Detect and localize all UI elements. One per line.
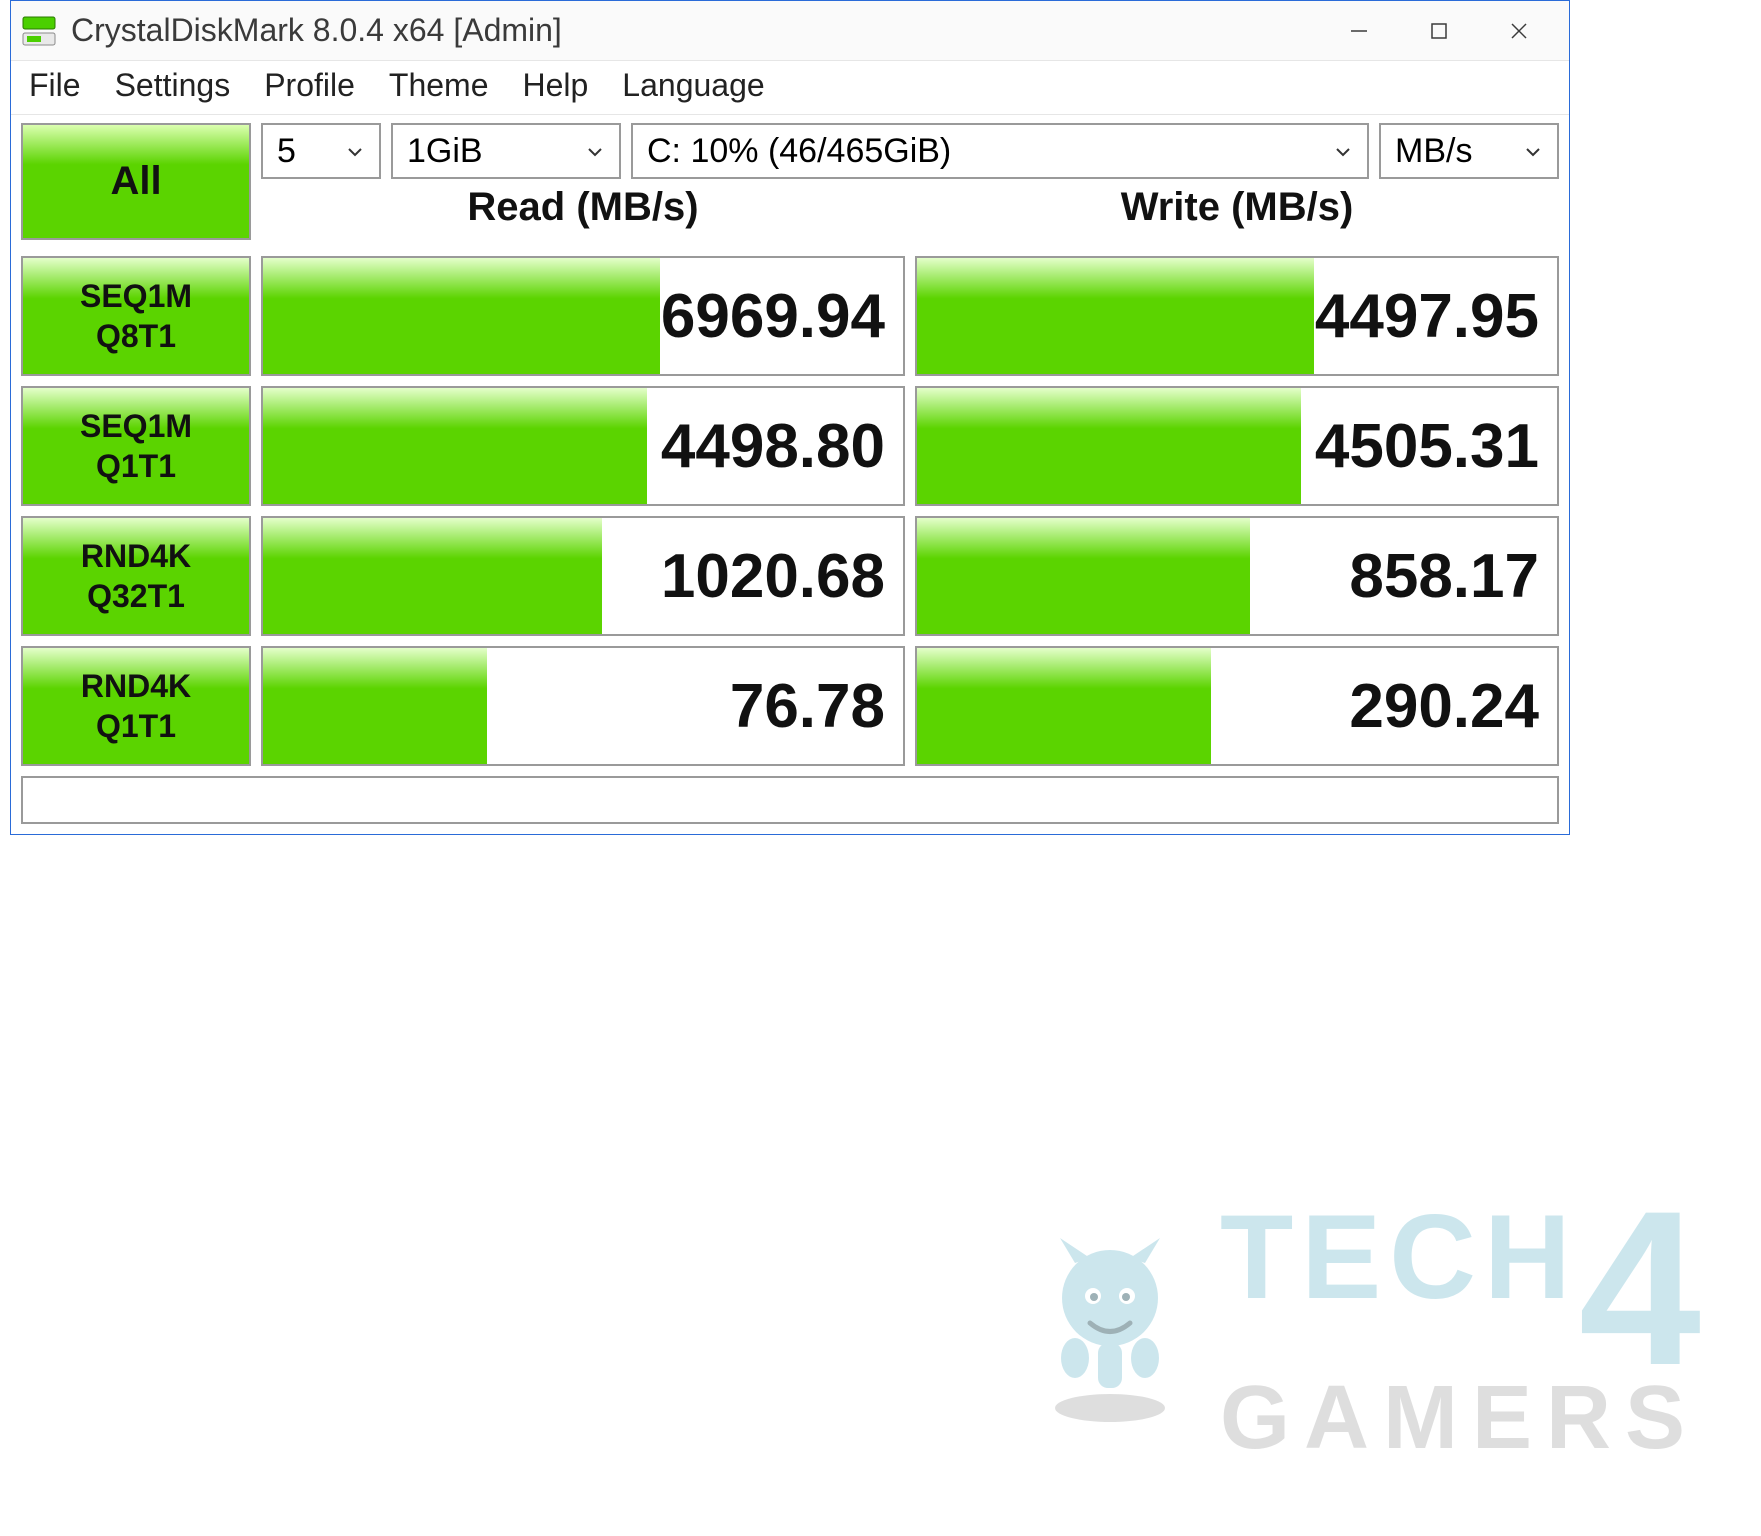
test-label-line1: RND4K [81,536,191,576]
test-label-line1: SEQ1M [80,276,192,316]
minimize-icon [1348,20,1370,42]
close-icon [1508,20,1530,42]
watermark-text-gamers: GAMERS [1220,1376,1701,1462]
read-bar [263,648,487,764]
app-icon [21,13,57,49]
test-button-seq1m-q8t1[interactable]: SEQ1M Q8T1 [21,256,251,376]
read-bar [263,388,647,504]
result-row: SEQ1M Q8T1 6969.94 4497.95 [21,256,1559,376]
test-label-line1: SEQ1M [80,406,192,446]
watermark-text-tech: TECH [1220,1200,1579,1314]
read-bar [263,518,602,634]
test-label-line2: Q8T1 [96,316,176,356]
run-all-button[interactable]: All [21,123,251,240]
write-bar [917,648,1211,764]
watermark-logo: TECH 4 GAMERS [1020,1200,1701,1462]
chevron-down-icon [1523,132,1543,171]
menu-profile[interactable]: Profile [264,67,355,104]
maximize-button[interactable] [1399,1,1479,61]
drive-value: C: 10% (46/465GiB) [647,132,951,171]
menu-language[interactable]: Language [622,67,764,104]
write-value-cell: 4497.95 [915,256,1559,376]
menu-bar: File Settings Profile Theme Help Languag… [11,61,1569,115]
read-value-cell: 76.78 [261,646,905,766]
result-row: SEQ1M Q1T1 4498.80 4505.31 [21,386,1559,506]
read-value-cell: 6969.94 [261,256,905,376]
write-value: 290.24 [1349,671,1539,742]
write-bar [917,388,1301,504]
menu-help[interactable]: Help [522,67,588,104]
minimize-button[interactable] [1319,1,1399,61]
read-value-cell: 1020.68 [261,516,905,636]
write-value: 4497.95 [1315,281,1539,352]
test-count-value: 5 [277,132,296,171]
menu-file[interactable]: File [29,67,81,104]
write-bar [917,518,1250,634]
mascot-icon [1020,1228,1200,1433]
test-label-line1: RND4K [81,666,191,706]
status-bar [21,776,1559,824]
read-value: 6969.94 [661,281,885,352]
read-bar [263,258,660,374]
test-count-select[interactable]: 5 [261,123,381,179]
write-value-cell: 290.24 [915,646,1559,766]
chevron-down-icon [1333,132,1353,171]
chevron-down-icon [585,132,605,171]
write-value-cell: 4505.31 [915,386,1559,506]
test-label-line2: Q1T1 [96,446,176,486]
result-row: RND4K Q1T1 76.78 290.24 [21,646,1559,766]
write-value: 858.17 [1349,541,1539,612]
menu-theme[interactable]: Theme [389,67,489,104]
unit-select[interactable]: MB/s [1379,123,1559,179]
write-value: 4505.31 [1315,411,1539,482]
test-size-select[interactable]: 1GiB [391,123,621,179]
drive-select[interactable]: C: 10% (46/465GiB) [631,123,1369,179]
read-value: 1020.68 [661,541,885,612]
write-column-header: Write (MB/s) [915,185,1559,230]
read-value-cell: 4498.80 [261,386,905,506]
app-window: CrystalDiskMark 8.0.4 x64 [Admin] File S… [10,0,1570,835]
test-size-value: 1GiB [407,132,483,171]
close-button[interactable] [1479,1,1559,61]
read-value: 4498.80 [661,411,885,482]
write-value-cell: 858.17 [915,516,1559,636]
title-bar: CrystalDiskMark 8.0.4 x64 [Admin] [11,1,1569,61]
read-column-header: Read (MB/s) [261,185,905,230]
test-button-rnd4k-q1t1[interactable]: RND4K Q1T1 [21,646,251,766]
write-bar [917,258,1314,374]
menu-settings[interactable]: Settings [115,67,231,104]
test-button-seq1m-q1t1[interactable]: SEQ1M Q1T1 [21,386,251,506]
window-title: CrystalDiskMark 8.0.4 x64 [Admin] [71,12,562,49]
controls-area: All 5 1GiB C: 10% (46/465GiB) [11,115,1569,246]
unit-value: MB/s [1395,132,1472,171]
result-row: RND4K Q32T1 1020.68 858.17 [21,516,1559,636]
test-button-rnd4k-q32t1[interactable]: RND4K Q32T1 [21,516,251,636]
maximize-icon [1428,20,1450,42]
test-label-line2: Q32T1 [87,576,185,616]
chevron-down-icon [345,132,365,171]
test-label-line2: Q1T1 [96,706,176,746]
results-grid: SEQ1M Q8T1 6969.94 4497.95 SEQ1M Q1T1 44… [11,256,1569,776]
watermark-text-four: 4 [1579,1200,1701,1376]
read-value: 76.78 [730,671,885,742]
